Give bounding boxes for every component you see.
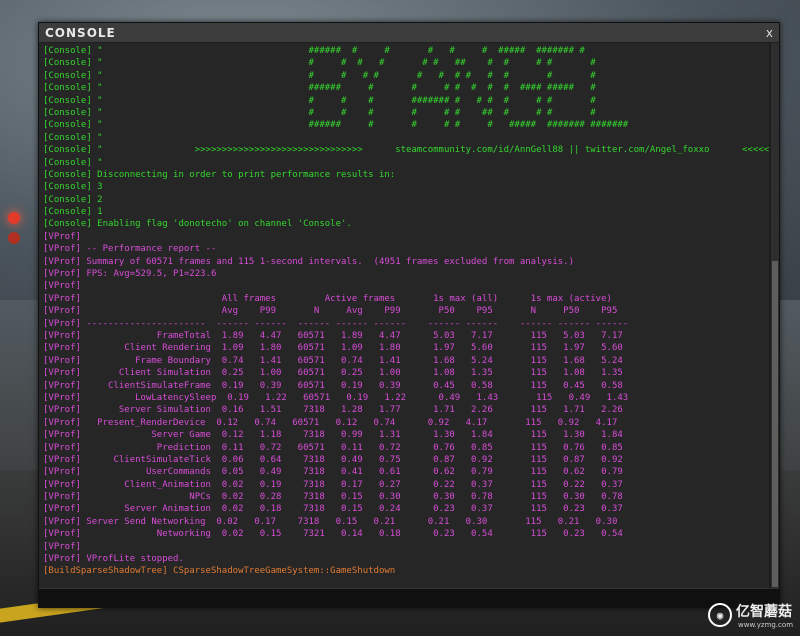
- log-line: [Console] " >>>>>>>>>>>>>>>>>>>>>>>>>>>>…: [43, 145, 769, 156]
- log-line: [VProf] ClientSimulateTick 0.06 0.64 731…: [43, 454, 623, 465]
- log-line: [Console] " # # # ####### # # # # # # #: [43, 95, 596, 106]
- log-line: [VProf] Present_RenderDevice 0.12 0.74 6…: [43, 417, 618, 428]
- log-line: [VProf]: [43, 231, 81, 242]
- log-line: [Console] 1: [43, 207, 103, 218]
- log-line: [VProf]: [43, 281, 81, 292]
- log-line: [VProf] UserCommands 0.05 0.49 7318 0.41…: [43, 467, 623, 478]
- console-log[interactable]: [Console] " ###### # # # # # ##### #####…: [39, 43, 769, 589]
- log-line: [Console] 3: [43, 182, 103, 193]
- log-line: [Console] " # # # # # # ## # # # #: [43, 107, 596, 118]
- log-line: [VProf] Frame Boundary 0.74 1.41 60571 0…: [43, 355, 623, 366]
- background-red-light-lower: [8, 232, 20, 244]
- log-line: [Console] " # # # # # # # # # # # #: [43, 70, 596, 81]
- console-scrollbar[interactable]: [771, 43, 779, 589]
- log-line: [Console] " # # # # # # ## # # # # #: [43, 58, 596, 69]
- log-line: [Console] Enabling flag 'donotecho' on c…: [43, 219, 352, 230]
- console-input[interactable]: [39, 588, 779, 607]
- console-titlebar[interactable]: CONSOLE x: [39, 23, 779, 42]
- log-line: [VProf] Server Game 0.12 1.18 7318 0.99 …: [43, 430, 623, 441]
- watermark-text: 亿智蘑菇: [736, 604, 792, 620]
- log-line: [Console] " ###### # # # # # ##### #####…: [43, 46, 585, 56]
- log-line: [VProf] Networking 0.02 0.15 7321 0.14 0…: [43, 529, 623, 540]
- log-line: [VProf] VProfLite stopped.: [43, 554, 184, 565]
- log-line: [VProf] ---------------------- ------ --…: [43, 318, 629, 329]
- watermark: ◉ 亿智蘑菇 www.yzmg.com: [708, 601, 793, 629]
- watermark-logo-icon: ◉: [708, 603, 732, 627]
- log-line: [VProf] Client_Animation 0.02 0.19 7318 …: [43, 479, 623, 490]
- log-line: [VProf] FrameTotal 1.89 4.47 60571 1.89 …: [43, 330, 623, 341]
- console-title: CONSOLE: [45, 25, 116, 40]
- log-line: [Console] 2: [43, 194, 103, 205]
- log-line: [VProf] Client Simulation 0.25 1.00 6057…: [43, 368, 623, 379]
- log-line: [VProf] Prediction 0.11 0.72 60571 0.11 …: [43, 442, 623, 453]
- background-red-light: [8, 212, 20, 224]
- log-line: [VProf] Avg P99 N Avg P99 P50 P95 N P50 …: [43, 306, 618, 317]
- log-line: [VProf] All frames Active frames 1s max …: [43, 293, 612, 304]
- log-line: [Console] Disconnecting in order to prin…: [43, 169, 396, 180]
- log-line: [VProf] Server Simulation 0.16 1.51 7318…: [43, 405, 623, 416]
- close-icon[interactable]: x: [766, 26, 773, 40]
- log-line: [VProf] Server Animation 0.02 0.18 7318 …: [43, 504, 623, 515]
- log-line: [VProf] FPS: Avg=529.5, P1=223.6: [43, 269, 217, 280]
- log-line: [Console] " ###### # # # # # # # #### ##…: [43, 83, 596, 94]
- scrollbar-thumb[interactable]: [772, 261, 778, 587]
- console-window: CONSOLE x [Console] " ###### # # # # # #…: [38, 22, 780, 608]
- watermark-url: www.yzmg.com: [738, 621, 794, 629]
- log-line: [VProf] NPCs 0.02 0.28 7318 0.15 0.30 0.…: [43, 492, 623, 503]
- log-line: [BuildSparseShadowTree] CSparseShadowTre…: [43, 566, 396, 577]
- log-line: [Console] " ###### # # # # # ##### #####…: [43, 120, 629, 131]
- log-line: [VProf]: [43, 541, 81, 552]
- log-line: [VProf] Server Send Networking 0.02 0.17…: [43, 516, 618, 527]
- log-line: [VProf] Client Rendering 1.09 1.80 60571…: [43, 343, 623, 354]
- log-line: [VProf] LowLatencySleep 0.19 1.22 60571 …: [43, 392, 629, 403]
- log-line: [Console] ": [43, 132, 103, 143]
- log-line: [Console] ": [43, 157, 103, 168]
- log-line: [VProf] -- Performance report --: [43, 244, 217, 255]
- log-line: [VProf] Summary of 60571 frames and 115 …: [43, 256, 575, 267]
- log-line: [VProf] ClientSimulateFrame 0.19 0.39 60…: [43, 380, 623, 391]
